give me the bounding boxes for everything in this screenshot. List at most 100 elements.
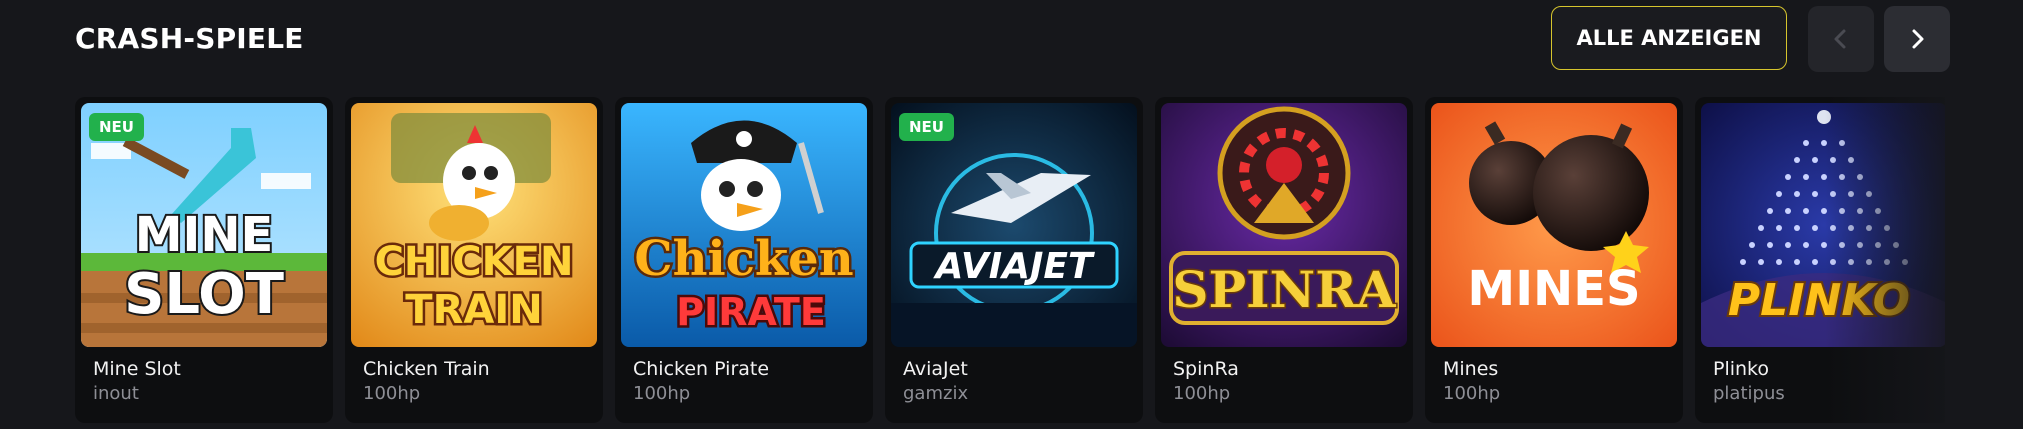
svg-text:MINES: MINES [1467, 261, 1640, 317]
svg-text:SLOT: SLOT [124, 262, 284, 327]
plinko-peg [1839, 208, 1845, 214]
plinko-peg [1785, 208, 1791, 214]
plinko-peg [1821, 140, 1827, 146]
game-card[interactable]: PLINKO Plinko platipus [1695, 97, 1945, 423]
svg-text:MINE: MINE [135, 207, 274, 263]
game-provider: 100hp [363, 383, 421, 404]
plinko-peg [1893, 242, 1899, 248]
plinko-peg [1857, 174, 1863, 180]
section-title: CRASH-SPIELE [75, 22, 304, 55]
game-name: Mine Slot [93, 358, 181, 380]
plinko-peg [1794, 225, 1800, 231]
plinko-peg [1794, 259, 1800, 265]
plinko-peg [1830, 259, 1836, 265]
svg-text:CHICKEN: CHICKEN [375, 239, 574, 285]
svg-text:TRAIN: TRAIN [405, 287, 542, 333]
plinko-peg [1785, 242, 1791, 248]
plinko-peg [1839, 174, 1845, 180]
plinko-peg [1803, 242, 1809, 248]
game-thumbnail: Chicken PIRATE [621, 103, 867, 347]
plinko-peg [1830, 225, 1836, 231]
game-card[interactable]: MINES Mines 100hp [1425, 97, 1683, 423]
game-name: Mines [1443, 358, 1499, 380]
plinko-peg [1848, 157, 1854, 163]
game-provider: 100hp [1173, 383, 1231, 404]
art-title: PLINKO [1726, 273, 1912, 328]
plinko-peg [1848, 225, 1854, 231]
game-provider: 100hp [633, 383, 691, 404]
art-title: MINE SLOT [122, 205, 286, 329]
game-provider: platipus [1713, 383, 1785, 404]
plinko-peg [1812, 191, 1818, 197]
plinko-peg [1875, 208, 1881, 214]
game-thumbnail: PLINKO [1701, 103, 1945, 347]
game-provider: inout [93, 383, 139, 404]
svg-text:PLINKO: PLINKO [1728, 275, 1910, 326]
new-badge: NEU [899, 113, 954, 141]
plinko-peg [1758, 259, 1764, 265]
new-badge: NEU [89, 113, 144, 141]
game-carousel: MINE SLOT NEU Mine Slot inout CHICKEN TR… [75, 97, 1945, 429]
game-provider: gamzix [903, 383, 969, 404]
plinko-peg [1740, 259, 1746, 265]
plinko-peg [1821, 174, 1827, 180]
plinko-peg [1794, 157, 1800, 163]
plinko-peg [1776, 259, 1782, 265]
plinko-peg [1848, 259, 1854, 265]
game-thumbnail: CHICKEN TRAIN [351, 103, 597, 347]
plinko-peg [1839, 242, 1845, 248]
plinko-peg [1821, 242, 1827, 248]
svg-text:PIRATE: PIRATE [676, 290, 826, 334]
svg-text:Chicken: Chicken [634, 231, 853, 287]
plinko-peg [1812, 259, 1818, 265]
plinko-peg [1857, 208, 1863, 214]
plinko-peg [1866, 191, 1872, 197]
plinko-peg [1767, 208, 1773, 214]
plinko-peg [1830, 157, 1836, 163]
game-name: Chicken Pirate [633, 358, 770, 380]
plinko-peg [1839, 140, 1845, 146]
svg-text:AVIAJET: AVIAJET [932, 246, 1095, 287]
game-name: SpinRa [1173, 358, 1239, 380]
game-card[interactable]: Chicken PIRATE Chicken Pirate 100hp [615, 97, 873, 423]
game-card[interactable]: CHICKEN TRAIN Chicken Train 100hp [345, 97, 603, 423]
game-name: Plinko [1713, 358, 1770, 380]
plinko-peg [1758, 225, 1764, 231]
plinko-peg [1884, 225, 1890, 231]
plinko-peg [1803, 208, 1809, 214]
game-card[interactable]: AVIAJET NEU AviaJet gamzix [885, 97, 1143, 423]
svg-text:SPINRA: SPINRA [1172, 260, 1396, 319]
plinko-peg [1794, 191, 1800, 197]
plinko-peg [1848, 191, 1854, 197]
plinko-peg [1776, 225, 1782, 231]
plinko-peg [1776, 191, 1782, 197]
art-title: SPINRA [1171, 259, 1398, 321]
art-title: AVIAJET [932, 246, 1095, 287]
game-thumbnail: MINES [1431, 103, 1677, 347]
chevron-right-icon [1912, 29, 1924, 49]
game-name: Chicken Train [363, 358, 490, 380]
game-thumbnail: MINE SLOT NEU [81, 103, 327, 347]
game-card[interactable]: MINE SLOT NEU Mine Slot inout [75, 97, 333, 423]
art-title: MINES [1467, 261, 1640, 317]
plinko-peg [1866, 259, 1872, 265]
plinko-peg [1803, 140, 1809, 146]
carousel-prev-button[interactable] [1808, 6, 1874, 72]
chevron-left-icon [1834, 29, 1846, 49]
plinko-peg [1785, 174, 1791, 180]
game-thumbnail: SPINRA [1161, 103, 1407, 347]
game-name: AviaJet [903, 358, 968, 380]
game-card[interactable]: SPINRA SpinRa 100hp [1155, 97, 1413, 423]
plinko-peg [1866, 225, 1872, 231]
game-thumbnail: AVIAJET NEU [891, 103, 1137, 347]
plinko-peg [1821, 208, 1827, 214]
plinko-peg [1803, 174, 1809, 180]
plinko-peg [1884, 259, 1890, 265]
plinko-peg [1749, 242, 1755, 248]
show-all-button[interactable]: ALLE ANZEIGEN [1551, 6, 1787, 70]
plinko-peg [1830, 191, 1836, 197]
carousel-next-button[interactable] [1884, 6, 1950, 72]
game-provider: 100hp [1443, 383, 1501, 404]
plinko-peg [1812, 225, 1818, 231]
plinko-peg [1857, 242, 1863, 248]
